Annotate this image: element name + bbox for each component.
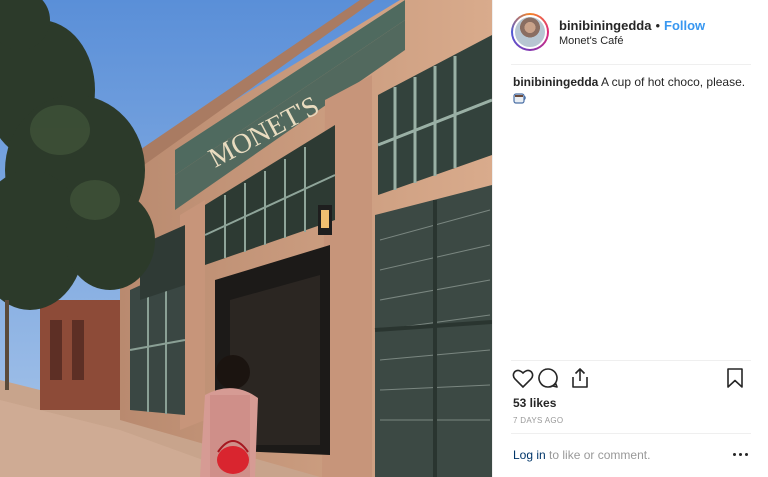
header-text: binibiningedda • Follow Monet's Café: [559, 18, 705, 47]
avatar[interactable]: [513, 15, 547, 49]
avatar-story-ring[interactable]: [511, 13, 549, 51]
post-side-panel: binibiningedda • Follow Monet's Café bin…: [492, 0, 768, 477]
caption-text: A cup of hot choco, please.: [601, 75, 746, 89]
footer-divider: [511, 433, 751, 434]
caption: binibiningedda A cup of hot choco, pleas…: [513, 74, 753, 108]
post-photo[interactable]: MONET'S: [0, 0, 492, 477]
separator-dot: •: [655, 17, 660, 33]
post-timestamp[interactable]: 7 DAYS AGO: [513, 416, 563, 425]
post-header: binibiningedda • Follow Monet's Café: [493, 0, 768, 64]
login-link[interactable]: Log in: [513, 448, 546, 462]
username-link[interactable]: binibiningedda: [559, 18, 651, 33]
comment-icon[interactable]: [536, 366, 560, 390]
location-link[interactable]: Monet's Café: [559, 35, 705, 47]
caption-username[interactable]: binibiningedda: [513, 75, 598, 89]
actions-divider: [511, 360, 751, 361]
likes-count[interactable]: 53 likes: [513, 396, 556, 410]
follow-button[interactable]: Follow: [664, 18, 705, 33]
action-bar: [511, 366, 751, 390]
login-suffix: to like or comment.: [545, 448, 651, 462]
bookmark-icon[interactable]: [723, 366, 747, 390]
header-divider: [511, 64, 751, 65]
header-row: binibiningedda • Follow: [559, 18, 705, 33]
coffee-cup-icon: [513, 92, 527, 108]
share-icon[interactable]: [568, 366, 592, 390]
more-options-icon[interactable]: [733, 452, 749, 458]
heart-icon[interactable]: [511, 366, 535, 390]
login-prompt: Log in to like or comment.: [513, 448, 753, 462]
